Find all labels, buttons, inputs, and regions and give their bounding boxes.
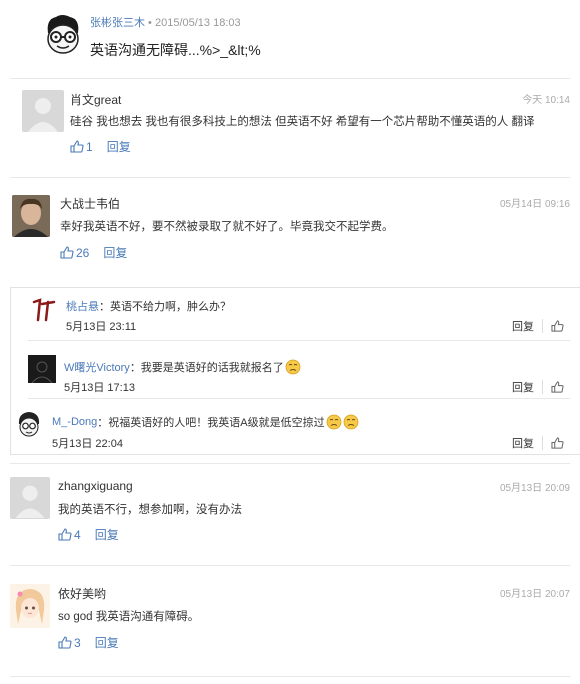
default-user-icon xyxy=(28,98,58,132)
comment-avatar[interactable] xyxy=(12,195,50,237)
divider xyxy=(542,436,543,450)
post-text: 英语沟通无障碍...%>_&lt;% xyxy=(90,42,261,58)
comment-author[interactable]: 大战士韦伯 xyxy=(60,195,120,212)
sub-comment-avatar[interactable] xyxy=(28,355,56,384)
like-count: 1 xyxy=(86,139,93,154)
comment-avatar[interactable] xyxy=(10,477,50,519)
comment-avatar[interactable] xyxy=(22,90,64,132)
like-button[interactable]: 26 xyxy=(60,246,89,260)
thumbs-up-icon xyxy=(60,246,74,259)
post-timestamp: 2015/05/13 18:03 xyxy=(154,17,241,29)
reply-button[interactable]: 回复 xyxy=(103,244,127,261)
default-user-icon xyxy=(15,485,45,518)
post-avatar[interactable] xyxy=(42,13,84,57)
sub-comment-body: W曙光Victory ：我要是英语好的话我就报名了 xyxy=(64,359,301,375)
comment-time: 05月13日 20:09 xyxy=(499,483,570,494)
like-button[interactable]: 1 xyxy=(70,140,93,154)
post-meta-separator: • xyxy=(145,17,155,29)
sub-comment-time: 5月13日 22:04 xyxy=(52,438,123,450)
thumbs-up-icon[interactable] xyxy=(551,320,564,332)
comment-text: 我的英语不行，想参加啊，没有办法 xyxy=(58,504,242,516)
like-button[interactable]: 3 xyxy=(58,636,81,650)
cartoon-avatar-icon xyxy=(47,15,79,54)
sub-comment-body: 桃占悬：英语不给力啊，肿么办？ xyxy=(66,298,231,314)
divider xyxy=(542,319,543,333)
calligraphy-avatar-icon xyxy=(32,298,56,322)
like-button[interactable]: 4 xyxy=(58,528,81,542)
comment-text: 硅谷 我也想去 我也有很多科技上的想法 但英语不好 希望有一个芯片帮助不懂英语的… xyxy=(70,116,535,128)
comment-avatar[interactable] xyxy=(10,584,50,628)
comment-time: 05月13日 20:07 xyxy=(499,589,570,600)
thumbs-up-icon xyxy=(58,636,72,649)
sub-comment-text: ：我要是英语好的话我就报名了 xyxy=(129,362,284,374)
reply-button[interactable]: 回复 xyxy=(95,634,119,651)
sub-comment-author[interactable]: M_-Dong xyxy=(52,416,97,428)
comment-author[interactable]: 肖文great xyxy=(70,91,121,108)
sub-comment-body: M_-Dong ：祝福英语好的人吧！我英语A级就是低空掠过 xyxy=(52,414,359,430)
post-author[interactable]: 张彬张三木 xyxy=(90,17,145,29)
silhouette-avatar-icon xyxy=(28,355,56,384)
reply-button[interactable]: 回复 xyxy=(107,138,131,155)
comment-author[interactable]: zhangxiguang xyxy=(58,479,133,493)
reply-button[interactable]: 回复 xyxy=(512,318,534,334)
sad-face-icon xyxy=(285,359,301,375)
sub-comment-avatar[interactable] xyxy=(30,296,58,324)
reply-button[interactable]: 回复 xyxy=(95,526,119,543)
sad-face-icon xyxy=(326,414,341,430)
thumbs-up-icon[interactable] xyxy=(551,437,564,449)
comment-author[interactable]: 依好美哟 xyxy=(58,585,106,602)
user-photo-icon xyxy=(12,195,50,237)
anime-girl-avatar-icon xyxy=(10,584,50,628)
comment-text: 幸好我英语不好，要不然被录取了就不好了。毕竟我交不起学费。 xyxy=(60,221,394,233)
reply-button[interactable]: 回复 xyxy=(512,435,534,451)
comment-text: so god 我英语沟通有障碍。 xyxy=(58,611,200,623)
sub-comment-avatar[interactable] xyxy=(16,410,42,438)
comment-time: 05月14日 09:16 xyxy=(499,199,570,210)
post-meta: 张彬张三木 • 2015/05/13 18:03 xyxy=(90,14,241,30)
thumbs-up-icon xyxy=(58,528,72,541)
thumbs-up-icon xyxy=(70,140,84,153)
sub-comment-text: ：英语不给力啊，肿么办？ xyxy=(99,301,231,313)
cartoon-avatar-icon xyxy=(18,412,40,437)
divider xyxy=(542,380,543,394)
sad-face-icon xyxy=(343,414,358,430)
sub-comment-time: 5月13日 23:11 xyxy=(66,321,137,333)
sub-comment-author[interactable]: W曙光Victory xyxy=(64,359,130,375)
reply-button[interactable]: 回复 xyxy=(512,379,534,395)
sub-comment-author[interactable]: 桃占悬 xyxy=(66,301,99,313)
thumbs-up-icon[interactable] xyxy=(551,381,564,393)
comment-time: 今天 10:14 xyxy=(522,95,570,106)
like-count: 3 xyxy=(74,635,81,650)
like-count: 26 xyxy=(76,245,90,260)
sub-comment-text: ：祝福英语好的人吧！我英语A级就是低空掠过 xyxy=(97,417,325,429)
sub-comment-time: 5月13日 17:13 xyxy=(64,382,135,394)
like-count: 4 xyxy=(74,527,81,542)
